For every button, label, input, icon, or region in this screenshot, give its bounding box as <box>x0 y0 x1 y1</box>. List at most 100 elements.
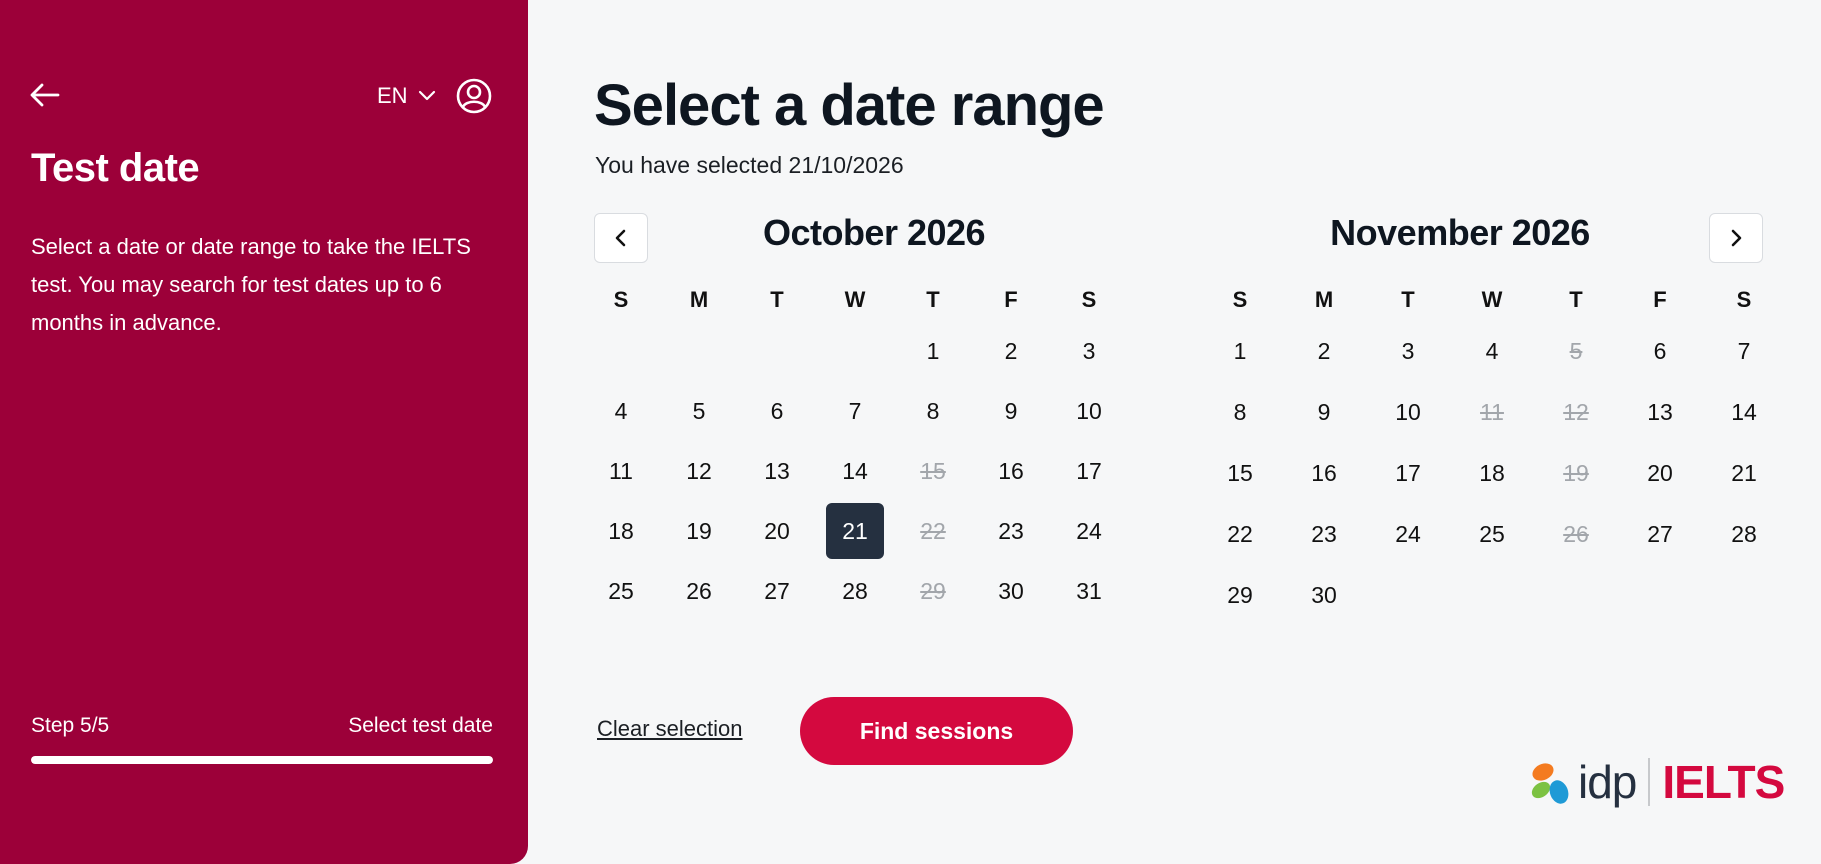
calendar-day[interactable]: 21 <box>1702 443 1786 504</box>
calendar-day-unavailable: 19 <box>1534 443 1618 504</box>
weekday-label: W <box>1481 287 1503 312</box>
calendar-day[interactable]: 1 <box>894 321 972 381</box>
calendar-day[interactable]: 3 <box>1366 321 1450 382</box>
calendar-day[interactable]: 16 <box>972 441 1050 501</box>
calendar-day[interactable]: 27 <box>1618 504 1702 565</box>
calendar-day-unavailable: 29 <box>894 561 972 621</box>
calendar-day[interactable]: 7 <box>1702 321 1786 382</box>
calendar-day[interactable]: 14 <box>816 441 894 501</box>
chevron-right-icon <box>1731 229 1742 247</box>
calendar-day[interactable]: 26 <box>660 561 738 621</box>
calendar-day[interactable]: 24 <box>1366 504 1450 565</box>
calendar-day-number: 23 <box>998 517 1024 544</box>
calendar-day[interactable]: 5 <box>660 381 738 441</box>
calendar-day[interactable]: 15 <box>1198 443 1282 504</box>
progress-fill <box>31 756 493 764</box>
calendar-day[interactable]: 30 <box>972 561 1050 621</box>
calendar-day-number: 23 <box>1311 521 1337 547</box>
calendar-day-number: 10 <box>1076 397 1102 424</box>
weekday-header: SMTWTFS <box>1198 279 1786 321</box>
calendar-day[interactable]: 11 <box>582 441 660 501</box>
calendar-day-number: 19 <box>1563 460 1589 486</box>
calendar-day[interactable]: 20 <box>738 501 816 561</box>
logo-divider <box>1648 758 1651 806</box>
calendar-day[interactable]: 18 <box>1450 443 1534 504</box>
calendar-empty-cell <box>1618 565 1702 626</box>
calendar-day-number: 3 <box>1082 337 1096 364</box>
weekday-label: M <box>1314 287 1334 312</box>
selected-date-text: You have selected 21/10/2026 <box>595 152 904 178</box>
calendar-day[interactable]: 18 <box>582 501 660 561</box>
calendar-day[interactable]: 8 <box>1198 382 1282 443</box>
calendar-week-row: 18 19 20 21 22 23 24 <box>582 501 1128 561</box>
calendar-day-number: 16 <box>1311 460 1337 486</box>
calendar-day[interactable]: 28 <box>816 561 894 621</box>
idp-ielts-logo: idp IELTS <box>1530 754 1785 810</box>
calendar-day[interactable]: 29 <box>1198 565 1282 626</box>
calendar-day[interactable]: 22 <box>1198 504 1282 565</box>
find-sessions-button[interactable]: Find sessions <box>800 697 1073 765</box>
weekday-label: F <box>1004 287 1018 312</box>
calendar-day[interactable]: 31 <box>1050 561 1128 621</box>
calendar-day[interactable]: 25 <box>582 561 660 621</box>
calendar-day[interactable]: 1 <box>1198 321 1282 382</box>
weekday-label: S <box>613 287 629 312</box>
step-indicator: Step 5/5 Select test date <box>31 714 493 738</box>
calendar-day-number: 6 <box>1653 338 1667 364</box>
chevron-down-icon <box>418 90 435 101</box>
calendar-day[interactable]: 23 <box>1282 504 1366 565</box>
calendar-empty-cell <box>1366 565 1450 626</box>
calendar-day-number: 17 <box>1076 457 1102 484</box>
calendar-day[interactable]: 20 <box>1618 443 1702 504</box>
calendar-day[interactable]: 16 <box>1282 443 1366 504</box>
calendar-empty-cell <box>816 321 894 381</box>
calendar-day-number: 4 <box>614 397 628 424</box>
calendar-day[interactable]: 10 <box>1050 381 1128 441</box>
calendar-week-row: 4 5 6 7 8 9 10 <box>582 381 1128 441</box>
calendar-day[interactable]: 10 <box>1366 382 1450 443</box>
calendar-day[interactable]: 6 <box>738 381 816 441</box>
calendar-day-number: 6 <box>770 397 784 424</box>
language-selector[interactable]: EN <box>377 83 436 109</box>
calendar-day-number: 16 <box>998 457 1024 484</box>
calendar-day[interactable]: 25 <box>1450 504 1534 565</box>
calendar-day-unavailable: 15 <box>894 441 972 501</box>
calendar-day[interactable]: 17 <box>1366 443 1450 504</box>
calendar-day-number: 12 <box>686 457 712 484</box>
calendar-day-number: 30 <box>998 577 1024 604</box>
calendar-day[interactable]: 23 <box>972 501 1050 561</box>
calendar-day[interactable]: 3 <box>1050 321 1128 381</box>
progress-bar <box>31 756 493 764</box>
calendar-day[interactable]: 4 <box>582 381 660 441</box>
calendar-day[interactable]: 6 <box>1618 321 1702 382</box>
calendar-day[interactable]: 13 <box>1618 382 1702 443</box>
calendar-day-selected[interactable]: 21 <box>816 501 894 561</box>
calendar-day[interactable]: 19 <box>660 501 738 561</box>
calendar-day[interactable]: 9 <box>972 381 1050 441</box>
calendar-day-number: 3 <box>1401 338 1415 364</box>
calendar-day[interactable]: 28 <box>1702 504 1786 565</box>
calendar-day-number: 14 <box>842 457 868 484</box>
calendar-day[interactable]: 24 <box>1050 501 1128 561</box>
calendar-week-row: 25 26 27 28 29 30 31 <box>582 561 1128 621</box>
calendar-day-number: 24 <box>1395 521 1421 547</box>
back-arrow-icon[interactable] <box>28 80 62 110</box>
calendar-day[interactable]: 14 <box>1702 382 1786 443</box>
calendar-day[interactable]: 2 <box>1282 321 1366 382</box>
calendar-day[interactable]: 7 <box>816 381 894 441</box>
calendar-day[interactable]: 12 <box>660 441 738 501</box>
calendar-day[interactable]: 27 <box>738 561 816 621</box>
calendar-day[interactable]: 8 <box>894 381 972 441</box>
user-circle-icon[interactable] <box>456 78 492 114</box>
calendar-day[interactable]: 4 <box>1450 321 1534 382</box>
calendar-day-number: 20 <box>764 517 790 544</box>
calendar-day[interactable]: 17 <box>1050 441 1128 501</box>
calendar-day[interactable]: 9 <box>1282 382 1366 443</box>
calendar-day[interactable]: 30 <box>1282 565 1366 626</box>
calendar-day-number: 28 <box>1731 521 1757 547</box>
clear-selection-link[interactable]: Clear selection <box>597 716 743 742</box>
calendar-day[interactable]: 2 <box>972 321 1050 381</box>
calendar-day[interactable]: 13 <box>738 441 816 501</box>
calendar-day-number: 8 <box>1233 399 1247 425</box>
calendar-november: S M T W T F S 1 2 3 4 5 6 7 8 9 10 11 12 13 14 15 16 17 18 19 20 21… <box>1198 279 1786 626</box>
